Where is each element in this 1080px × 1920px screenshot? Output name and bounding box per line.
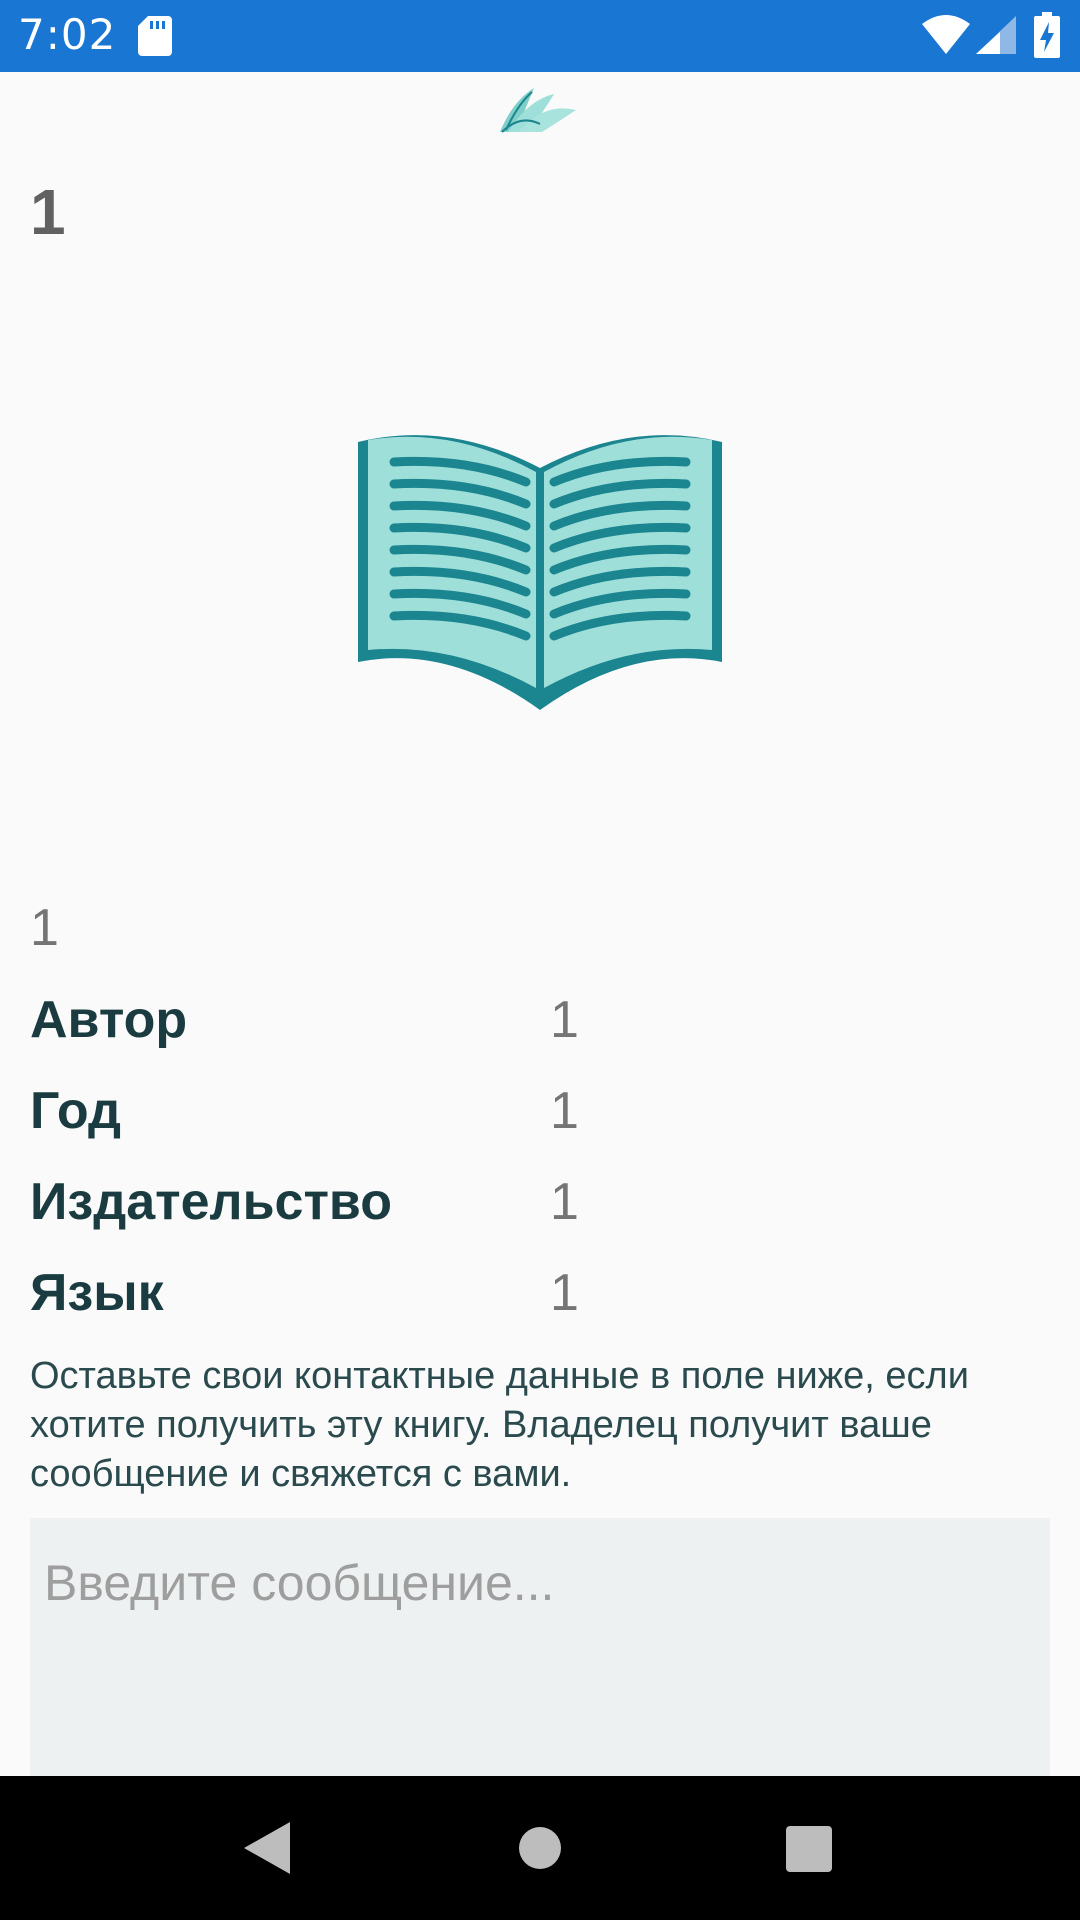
- signal-icon: [976, 16, 1016, 54]
- contact-info-text: Оставьте свои контактные данные в поле н…: [30, 1355, 969, 1495]
- message-input[interactable]: [30, 1518, 1050, 1778]
- detail-row-language: Язык 1: [30, 1263, 1050, 1333]
- detail-row-year: Год 1: [30, 1081, 1050, 1151]
- back-icon[interactable]: [244, 1822, 290, 1874]
- detail-label: Издательство: [30, 1173, 392, 1231]
- status-time: 7:02: [18, 10, 117, 59]
- book-title: 1: [30, 176, 66, 248]
- navigation-bar: [0, 1776, 1080, 1920]
- book-subtitle: 1: [30, 899, 59, 957]
- detail-value: 1: [550, 991, 579, 1049]
- battery-charging-icon: [1034, 12, 1060, 58]
- detail-value: 1: [550, 1173, 579, 1231]
- home-icon[interactable]: [518, 1826, 562, 1870]
- detail-value: 1: [550, 1264, 579, 1322]
- recent-apps-icon[interactable]: [786, 1826, 832, 1872]
- sd-card-icon: [138, 16, 172, 56]
- status-bar: 7:02: [0, 0, 1080, 72]
- detail-value: 1: [550, 1082, 579, 1140]
- detail-label: Автор: [30, 991, 188, 1049]
- open-book-icon: [358, 435, 722, 710]
- detail-label: Год: [30, 1082, 121, 1140]
- detail-row-publisher: Издательство 1: [30, 1172, 1050, 1242]
- wifi-icon: [922, 15, 970, 54]
- detail-row-author: Автор 1: [30, 990, 1050, 1060]
- detail-label: Язык: [30, 1264, 164, 1322]
- app-logo-icon: [500, 88, 576, 133]
